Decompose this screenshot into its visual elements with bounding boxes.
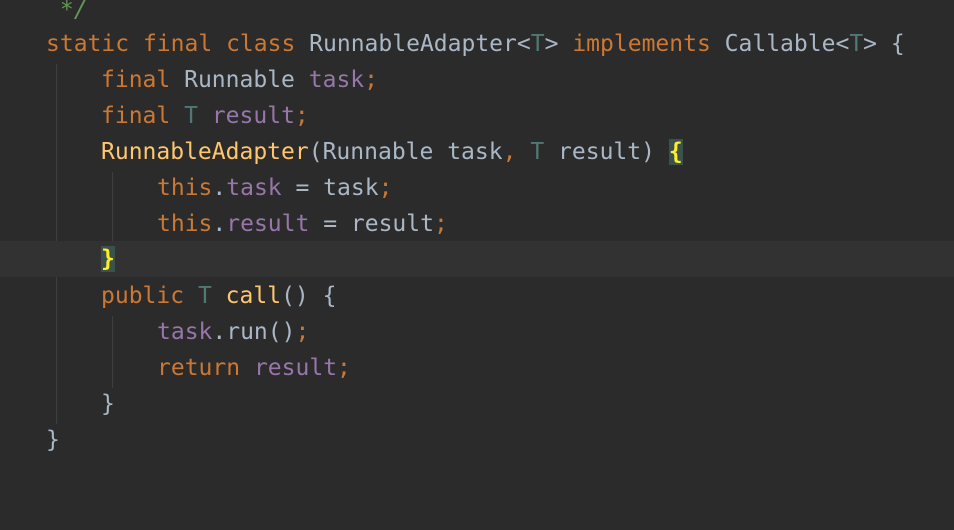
code-text: task.run(); bbox=[157, 314, 309, 350]
code-token: T bbox=[197, 283, 212, 309]
code-line-9[interactable]: public T call() { bbox=[0, 278, 954, 314]
code-token: RunnableAdapter bbox=[309, 31, 517, 57]
code-token: static bbox=[46, 31, 130, 57]
code-token: .run() bbox=[212, 319, 296, 345]
code-token: ; bbox=[364, 67, 378, 93]
code-token: return bbox=[157, 355, 241, 381]
code-editor[interactable]: */ static final class RunnableAdapter<T>… bbox=[0, 0, 954, 456]
code-line-8-current[interactable]: } bbox=[0, 241, 954, 277]
code-token: . bbox=[212, 175, 227, 201]
code-line-7[interactable]: this.result = result; bbox=[0, 206, 954, 242]
code-text: final T result; bbox=[101, 98, 309, 134]
code-token: */ bbox=[46, 0, 88, 23]
code-token: class bbox=[226, 31, 296, 57]
code-token: T bbox=[530, 139, 545, 165]
code-token: RunnableAdapter bbox=[101, 139, 309, 165]
code-token: = result bbox=[309, 211, 434, 237]
code-token: Runnable bbox=[322, 139, 434, 165]
code-text: } bbox=[101, 386, 115, 422]
code-text: } bbox=[46, 422, 60, 458]
matched-brace: { bbox=[668, 139, 683, 165]
code-token: call bbox=[225, 283, 282, 309]
code-token: ; bbox=[433, 211, 448, 237]
code-token: ; bbox=[294, 103, 309, 129]
code-line-6[interactable]: this.task = task; bbox=[0, 170, 954, 206]
code-token: < bbox=[835, 31, 850, 57]
code-token: T bbox=[184, 103, 198, 129]
code-line-10[interactable]: task.run(); bbox=[0, 314, 954, 350]
matched-brace: } bbox=[101, 246, 115, 272]
code-text: this.task = task; bbox=[157, 170, 392, 206]
code-text: RunnableAdapter(Runnable task, T result)… bbox=[101, 134, 683, 170]
code-text: final Runnable task; bbox=[101, 62, 378, 98]
code-token: task bbox=[308, 67, 365, 93]
code-token: ( bbox=[308, 139, 323, 165]
code-token: ; bbox=[378, 175, 393, 201]
code-token: . bbox=[212, 211, 227, 237]
code-token: T bbox=[849, 31, 864, 57]
code-token: > bbox=[863, 31, 878, 57]
code-text: } bbox=[101, 241, 115, 277]
code-token: this bbox=[157, 175, 213, 201]
code-token: () { bbox=[281, 283, 337, 309]
code-token: { bbox=[877, 31, 905, 57]
code-token: ; bbox=[295, 319, 310, 345]
code-token: public bbox=[101, 283, 185, 309]
code-token: result bbox=[226, 211, 310, 237]
code-line-1[interactable]: */ bbox=[0, 0, 954, 28]
code-text: */ bbox=[46, 0, 88, 28]
code-token: result bbox=[211, 103, 295, 129]
code-text: this.result = result; bbox=[157, 206, 448, 242]
code-line-3[interactable]: final Runnable task; bbox=[0, 62, 954, 98]
code-token: ; bbox=[337, 355, 351, 381]
code-token: T bbox=[530, 31, 545, 57]
code-token: task bbox=[433, 139, 503, 165]
code-token: , bbox=[502, 139, 517, 165]
code-line-4[interactable]: final T result; bbox=[0, 98, 954, 134]
code-token: final bbox=[101, 103, 171, 129]
code-token: Runnable bbox=[184, 67, 295, 93]
code-token: result bbox=[253, 355, 338, 381]
code-text: public T call() { bbox=[101, 278, 336, 314]
code-token: } bbox=[46, 427, 60, 453]
code-token: task bbox=[226, 175, 282, 201]
code-text: return result; bbox=[157, 350, 351, 386]
code-token: < bbox=[516, 31, 531, 57]
code-token: result bbox=[544, 139, 642, 165]
code-token: = task bbox=[281, 175, 379, 201]
code-line-2[interactable]: static final class RunnableAdapter<T> im… bbox=[0, 26, 954, 62]
code-line-13[interactable]: } bbox=[0, 422, 954, 458]
code-token: this bbox=[157, 211, 213, 237]
code-token: } bbox=[101, 391, 115, 417]
code-token: > bbox=[544, 31, 559, 57]
code-token: final bbox=[142, 31, 213, 57]
code-line-12[interactable]: } bbox=[0, 386, 954, 422]
code-token: Callable bbox=[724, 31, 836, 57]
code-text: static final class RunnableAdapter<T> im… bbox=[46, 26, 905, 62]
code-token: implements bbox=[572, 31, 711, 57]
code-token: final bbox=[101, 67, 171, 93]
code-line-11[interactable]: return result; bbox=[0, 350, 954, 386]
code-line-5[interactable]: RunnableAdapter(Runnable task, T result)… bbox=[0, 134, 954, 170]
code-token: task bbox=[157, 319, 213, 345]
code-token: ) bbox=[641, 139, 669, 165]
